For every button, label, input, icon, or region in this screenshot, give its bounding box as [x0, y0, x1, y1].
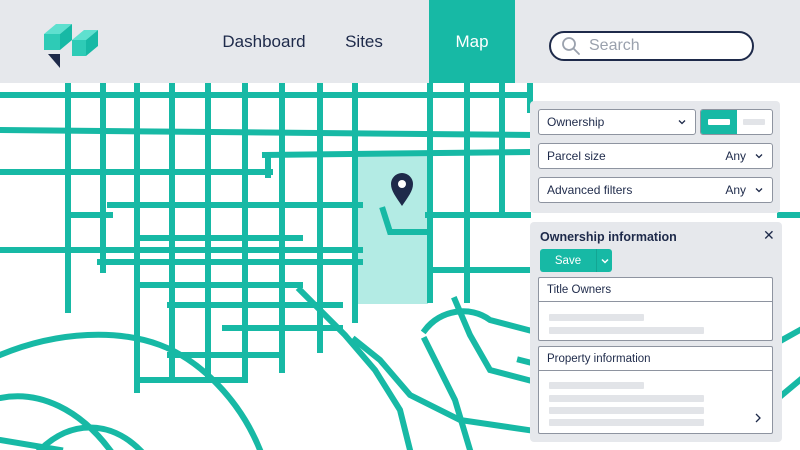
chevron-down-icon: [678, 120, 686, 125]
placeholder-line: [549, 327, 704, 334]
chevron-right-icon[interactable]: [754, 413, 762, 423]
nav-map[interactable]: Map: [429, 0, 515, 83]
property-information-heading: Property information: [539, 347, 772, 371]
chevron-down-icon: [755, 154, 763, 159]
save-button-label: Save: [554, 254, 582, 267]
parcel-size-select[interactable]: Parcel size Any: [538, 143, 773, 169]
filter-panel: Ownership Parcel size Any Advanced filte…: [530, 101, 780, 213]
panel-title: Ownership information: [540, 230, 677, 244]
ownership-select-label: Ownership: [547, 115, 605, 129]
property-information-card: Property information: [538, 346, 773, 434]
view-toggle[interactable]: [700, 109, 773, 135]
title-owners-heading: Title Owners: [539, 278, 772, 302]
ownership-select[interactable]: Ownership: [538, 109, 696, 135]
parcel-size-value: Any: [725, 149, 746, 163]
toggle-bar: [707, 119, 730, 125]
chevron-down-icon: [600, 258, 609, 264]
chevron-down-icon: [755, 188, 763, 193]
nav-sites[interactable]: Sites: [336, 0, 392, 83]
save-dropdown-toggle[interactable]: [596, 249, 612, 272]
advanced-filters-value: Any: [725, 183, 746, 197]
advanced-filters-select[interactable]: Advanced filters Any: [538, 177, 773, 203]
placeholder-line: [549, 314, 644, 321]
title-owners-card: Title Owners: [538, 277, 773, 341]
search-icon: [562, 37, 580, 55]
nav-dashboard[interactable]: Dashboard: [214, 0, 314, 83]
view-toggle-option-1[interactable]: [701, 110, 737, 134]
advanced-filters-label: Advanced filters: [547, 183, 633, 197]
placeholder-line: [549, 419, 704, 426]
view-toggle-option-2[interactable]: [737, 110, 773, 134]
close-icon[interactable]: ✕: [763, 227, 775, 244]
save-button[interactable]: Save: [540, 249, 612, 272]
placeholder-line: [549, 395, 704, 402]
ownership-info-panel: Ownership information ✕ Save Title Owner…: [530, 222, 782, 442]
app-logo[interactable]: [44, 18, 98, 68]
selected-parcel[interactable]: [357, 152, 428, 304]
parcel-size-label: Parcel size: [547, 149, 606, 163]
search-input[interactable]: [589, 37, 739, 55]
search-box[interactable]: [549, 31, 754, 61]
top-header: Dashboard Sites Map: [0, 0, 800, 83]
placeholder-line: [549, 407, 704, 414]
toggle-bar: [743, 119, 766, 125]
placeholder-line: [549, 382, 644, 389]
